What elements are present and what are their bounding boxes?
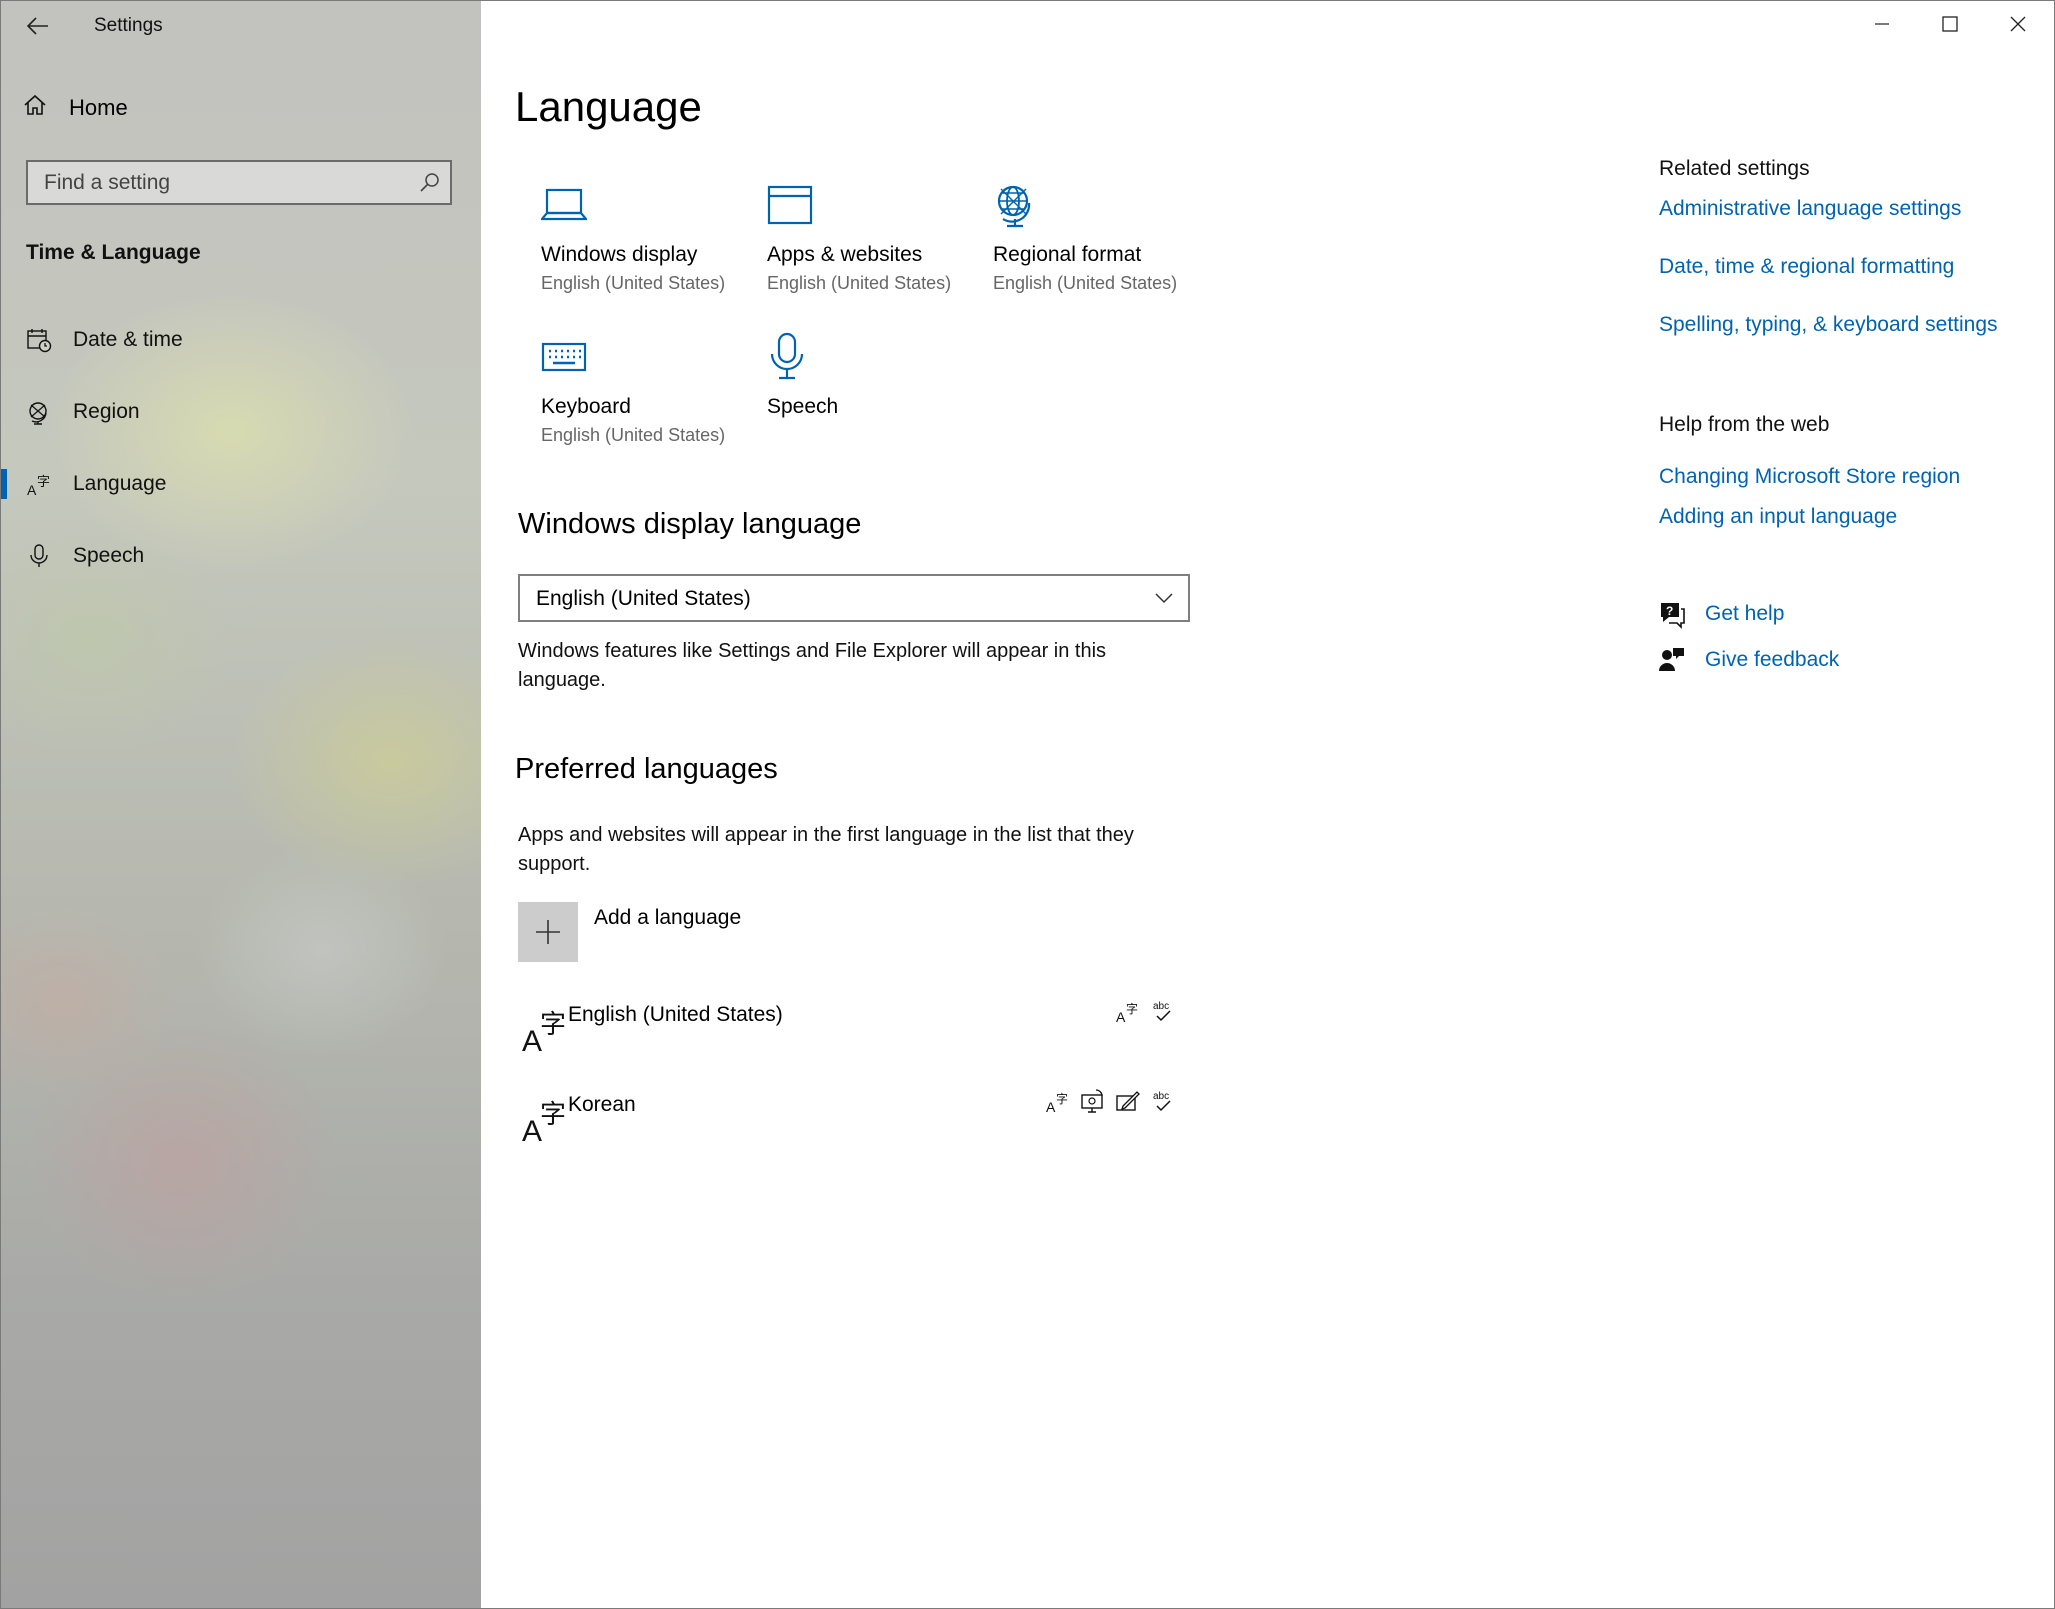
sidebar-item-speech[interactable]: Speech (1, 531, 481, 581)
globe-region-icon (25, 398, 53, 426)
get-help-button[interactable]: ? Get help (1657, 599, 1784, 629)
globe-icon (993, 179, 1045, 231)
related-settings-heading: Related settings (1659, 157, 1810, 180)
language-name: Korean (568, 1093, 636, 1116)
tile-title: Keyboard (541, 395, 631, 418)
tile-subtitle: English (United States) (541, 273, 726, 293)
display-language-heading: Windows display language (518, 508, 862, 540)
display-language-icon: A字 (1045, 1089, 1071, 1115)
svg-text:abc: abc (1153, 1091, 1169, 1102)
tile-title: Speech (767, 395, 839, 418)
sidebar-item-date-time[interactable]: Date & time (1, 315, 481, 365)
link-administrative-language-settings[interactable]: Administrative language settings (1659, 197, 1961, 221)
browser-window-icon (767, 179, 819, 231)
laptop-icon (541, 179, 593, 231)
give-feedback-label: Give feedback (1705, 648, 1840, 671)
language-item-korean[interactable]: A字 Korean A字 abc (518, 1085, 1198, 1155)
speech-icon (1080, 1089, 1106, 1115)
svg-text:字: 字 (540, 1010, 566, 1040)
language-glyph-icon: A字 (518, 995, 570, 1058)
link-date-time-regional-formatting[interactable]: Date, time & regional formatting (1659, 255, 1954, 279)
link-spelling-typing-keyboard-settings[interactable]: Spelling, typing, & keyboard settings (1659, 313, 1998, 337)
link-changing-microsoft-store-region[interactable]: Changing Microsoft Store region (1659, 465, 1960, 489)
tile-apps-websites[interactable]: Apps & websites English (United States) (767, 179, 987, 294)
handwriting-icon (1115, 1089, 1141, 1115)
home-button[interactable]: Home (23, 93, 128, 123)
language-glyph-icon: A字 (518, 1085, 570, 1148)
sidebar-item-label: Language (73, 472, 167, 495)
tile-title: Windows display (541, 243, 698, 266)
svg-text:abc: abc (1153, 1001, 1169, 1012)
add-language-label: Add a language (594, 906, 742, 929)
svg-text:?: ? (1666, 604, 1673, 618)
tile-subtitle: English (United States) (993, 273, 1178, 293)
get-help-icon: ? (1657, 599, 1687, 629)
link-adding-input-language[interactable]: Adding an input language (1659, 505, 1897, 529)
language-item-english[interactable]: A字 English (United States) A字 abc (518, 995, 1198, 1065)
tile-regional-format[interactable]: Regional format English (United States) (993, 179, 1213, 294)
feedback-icon (1657, 645, 1687, 675)
tile-windows-display[interactable]: Windows display English (United States) (541, 179, 761, 294)
display-language-dropdown[interactable]: English (United States) (518, 574, 1190, 622)
settings-window: Settings Home Time & Language Date & tim… (0, 0, 2055, 1609)
app-title: Settings (94, 15, 163, 36)
search-input[interactable] (28, 162, 414, 203)
svg-text:A: A (1116, 1009, 1126, 1025)
give-feedback-button[interactable]: Give feedback (1657, 645, 1839, 675)
sidebar-item-label: Region (73, 400, 140, 423)
tile-subtitle: English (United States) (541, 425, 726, 445)
language-icon: A字 (25, 470, 53, 498)
svg-text:A: A (27, 482, 37, 497)
calendar-clock-icon (25, 326, 53, 354)
tile-subtitle: English (United States) (767, 273, 952, 293)
preferred-languages-heading: Preferred languages (515, 753, 778, 785)
svg-text:A: A (522, 1025, 542, 1057)
help-from-web-heading: Help from the web (1659, 413, 1830, 436)
spelling-icon: abc (1150, 1089, 1176, 1115)
plus-icon (518, 902, 578, 962)
sidebar-item-label: Speech (73, 544, 145, 567)
tile-speech[interactable]: Speech (767, 331, 987, 425)
svg-text:字: 字 (540, 1100, 566, 1130)
home-label: Home (69, 95, 128, 120)
display-language-description: Windows features like Settings and File … (518, 640, 1107, 691)
keyboard-icon (541, 331, 593, 383)
tile-keyboard[interactable]: Keyboard English (United States) (541, 331, 761, 446)
tile-title: Regional format (993, 243, 1142, 266)
tile-title: Apps & websites (767, 243, 923, 266)
microphone-icon (767, 331, 819, 383)
sidebar-item-region[interactable]: Region (1, 387, 481, 437)
back-arrow-icon[interactable] (23, 11, 53, 41)
svg-text:字: 字 (1126, 1001, 1138, 1016)
search-icon[interactable] (418, 171, 442, 195)
get-help-label: Get help (1705, 602, 1785, 625)
svg-text:A: A (1046, 1099, 1056, 1115)
spelling-icon: abc (1150, 999, 1176, 1025)
dropdown-value: English (United States) (536, 587, 751, 610)
microphone-icon (25, 542, 53, 570)
svg-text:字: 字 (1056, 1091, 1068, 1106)
page-title: Language (515, 83, 702, 130)
section-title: Time & Language (26, 241, 201, 264)
svg-text:A: A (522, 1115, 542, 1147)
svg-text:字: 字 (37, 475, 50, 490)
sidebar-item-label: Date & time (73, 328, 183, 351)
preferred-languages-description: Apps and websites will appear in the fir… (518, 824, 1134, 875)
language-name: English (United States) (568, 1003, 783, 1026)
sidebar-item-language[interactable]: A字 Language (1, 459, 481, 509)
add-language-button[interactable]: Add a language (518, 902, 741, 962)
display-language-icon: A字 (1115, 999, 1141, 1025)
home-icon (23, 93, 47, 123)
chevron-down-icon (1154, 588, 1174, 613)
search-box[interactable] (26, 160, 452, 205)
main-content: Language Windows display English (United… (482, 1, 2054, 1608)
sidebar: Settings Home Time & Language Date & tim… (1, 1, 481, 1608)
